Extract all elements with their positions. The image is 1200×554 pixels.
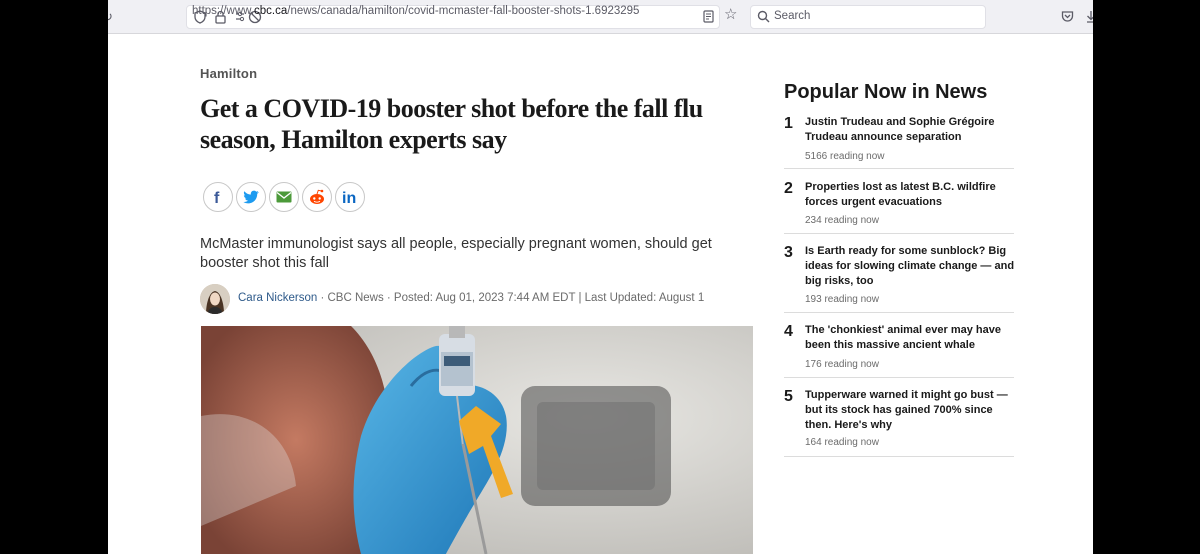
popular-item-title[interactable]: Justin Trudeau and Sophie Grégoire Trude… [805, 115, 1017, 145]
reader-view-icon[interactable] [703, 10, 714, 23]
share-reddit-button[interactable] [302, 182, 332, 212]
popular-now-heading: Popular Now in News [784, 81, 988, 103]
svg-text:in: in [342, 190, 356, 205]
pocket-icon[interactable] [1061, 10, 1074, 23]
twitter-icon [242, 190, 259, 204]
download-icon[interactable] [1086, 10, 1093, 23]
popular-item-title[interactable]: The 'chonkiest' animal ever may have bee… [805, 323, 1017, 353]
share-email-button[interactable] [269, 182, 299, 212]
popular-item[interactable]: 1 Justin Trudeau and Sophie Grégoire Tru… [784, 115, 1014, 169]
article-category[interactable]: Hamilton [200, 66, 257, 81]
popular-item-readers: 164 reading now [805, 437, 879, 448]
byline-text: Cara Nickerson · CBC News · Posted: Aug … [238, 292, 704, 304]
hero-image[interactable] [201, 326, 753, 554]
search-placeholder: Search [774, 10, 811, 22]
facebook-icon: f [214, 190, 220, 205]
reload-icon[interactable]: ↻ [108, 9, 113, 25]
popular-item-number: 5 [784, 388, 793, 405]
popular-item[interactable]: 3 Is Earth ready for some sunblock? Big … [784, 244, 1014, 313]
popular-item-readers: 193 reading now [805, 294, 879, 305]
bookmark-star-icon[interactable]: ☆ [724, 7, 737, 23]
popular-item-title[interactable]: Properties lost as latest B.C. wildfire … [805, 180, 1017, 210]
popular-item[interactable]: 2 Properties lost as latest B.C. wildfir… [784, 180, 1014, 234]
search-icon [757, 10, 770, 23]
popular-item-number: 3 [784, 244, 793, 261]
svg-text:f: f [214, 190, 220, 205]
popular-item-number: 1 [784, 115, 793, 132]
url-path: /news/canada/hamilton/covid-mcmaster-fal… [287, 5, 640, 17]
email-icon [276, 191, 292, 203]
byline-details: · CBC News · Posted: Aug 01, 2023 7:44 A… [317, 292, 705, 304]
article-headline: Get a COVID-19 booster shot before the f… [200, 94, 703, 154]
popular-item-readers: 5166 reading now [805, 151, 885, 162]
byline: Cara Nickerson · CBC News · Posted: Aug … [200, 284, 760, 314]
browser-toolbar: ↻ https://www.cbc.ca/news/canada/hamilto… [108, 0, 1093, 34]
popular-item-number: 2 [784, 180, 793, 197]
reddit-icon [310, 189, 324, 204]
popular-item-title[interactable]: Is Earth ready for some sunblock? Big id… [805, 244, 1017, 289]
author-avatar[interactable] [200, 284, 230, 314]
linkedin-icon: in [342, 190, 356, 205]
url-text[interactable]: https://www.cbc.ca/news/canada/hamilton/… [192, 5, 639, 17]
share-twitter-button[interactable] [236, 182, 266, 212]
popular-item-readers: 176 reading now [805, 359, 879, 370]
url-scheme: https://www. [192, 5, 254, 17]
url-host: cbc.ca [254, 5, 288, 17]
author-link[interactable]: Cara Nickerson [238, 292, 317, 304]
share-facebook-button[interactable]: f [203, 182, 233, 212]
browser-window: ↻ https://www.cbc.ca/news/canada/hamilto… [108, 0, 1093, 554]
popular-item[interactable]: 4 The 'chonkiest' animal ever may have b… [784, 323, 1014, 378]
popular-item[interactable]: 5 Tupperware warned it might go bust — b… [784, 388, 1014, 457]
popular-item-readers: 234 reading now [805, 215, 879, 226]
popular-item-number: 4 [784, 323, 793, 340]
popular-item-title[interactable]: Tupperware warned it might go bust — but… [805, 388, 1017, 433]
share-linkedin-button[interactable]: in [335, 182, 365, 212]
article-deck: McMaster immunologist says all people, e… [200, 236, 712, 271]
